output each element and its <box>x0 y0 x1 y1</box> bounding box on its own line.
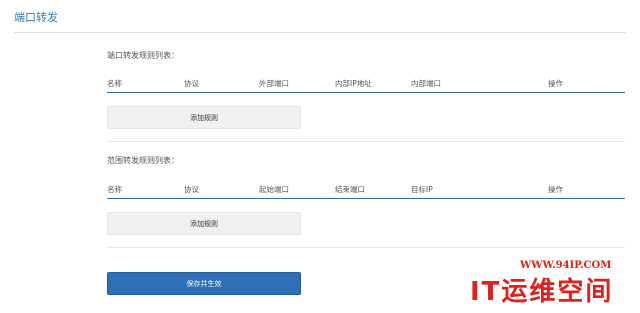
column-name: 名称 <box>107 185 122 194</box>
port-rules-heading: 端口转发规则列表： <box>107 51 179 60</box>
title-divider <box>14 32 626 33</box>
section-divider <box>107 247 625 248</box>
column-actions: 操作 <box>548 79 563 88</box>
watermark-brand: IT运维空间 <box>470 277 614 307</box>
port-rules-add-button[interactable]: 添加规则 <box>107 106 301 129</box>
column-name: 名称 <box>107 79 122 88</box>
port-rules-table-header: 名称 协议 外部端口 内部IP地址 内部端口 操作 <box>107 78 625 93</box>
page-title: 端口转发 <box>14 11 58 24</box>
column-internal-ip: 内部IP地址 <box>335 79 372 88</box>
section-divider <box>107 141 625 142</box>
column-target-ip: 目标IP <box>411 185 433 194</box>
watermark-url: WWW.94IP.COM <box>520 260 612 271</box>
range-rules-add-button[interactable]: 添加规则 <box>107 212 301 235</box>
column-end-port: 结束端口 <box>335 185 365 194</box>
range-rules-heading: 范围转发规则列表： <box>107 156 179 165</box>
range-rules-table-header: 名称 协议 起始端口 结束端口 目标IP 操作 <box>107 184 625 199</box>
column-external-port: 外部端口 <box>259 79 289 88</box>
column-actions: 操作 <box>548 185 563 194</box>
column-protocol: 协议 <box>184 79 199 88</box>
column-protocol: 协议 <box>184 185 199 194</box>
column-start-port: 起始端口 <box>259 185 289 194</box>
save-and-apply-button[interactable]: 保存并生效 <box>107 272 301 295</box>
column-internal-port: 内部端口 <box>411 79 441 88</box>
